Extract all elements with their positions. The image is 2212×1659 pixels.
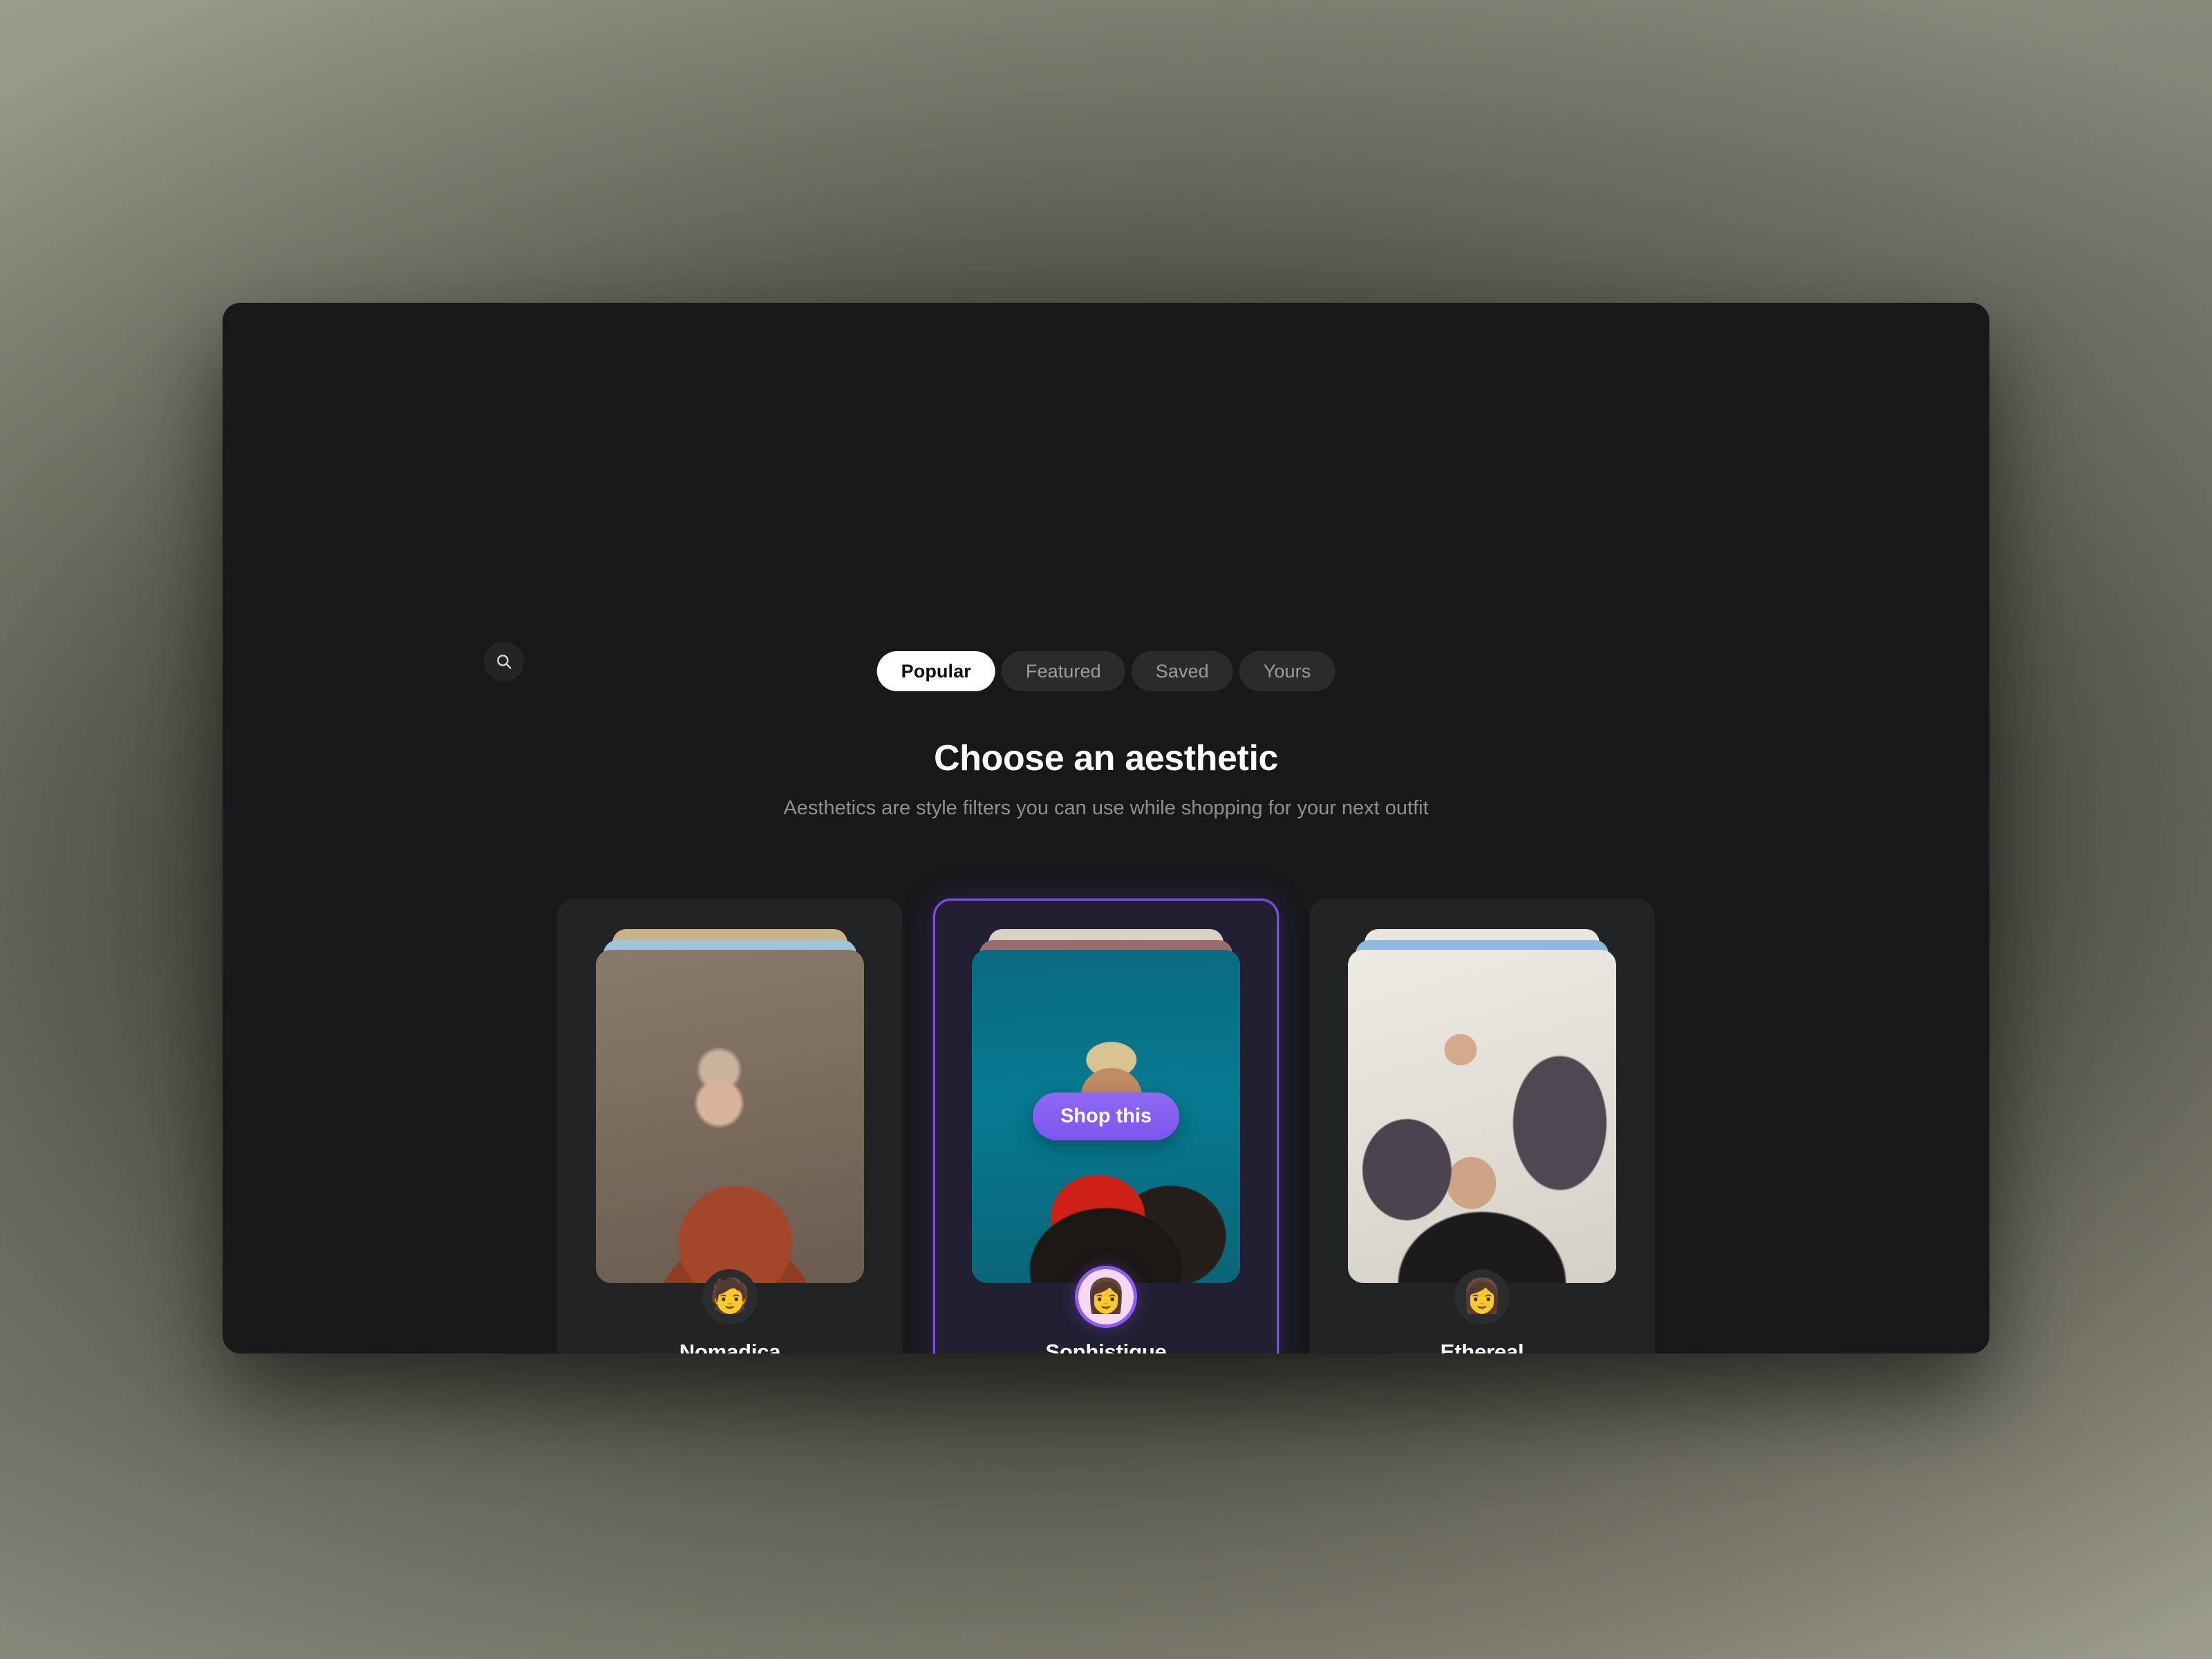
stack-layer-front <box>1348 950 1616 1283</box>
card-photo-deck: Shop this <box>972 929 1240 1288</box>
card-row-primary: 🧑 NomadicaLeo Stephano Shop this 👩 Sophistiq… <box>557 899 1655 1353</box>
aesthetic-title: Nomadica <box>679 1340 781 1353</box>
stack-layer-front: Shop this <box>972 950 1240 1283</box>
avatar: 🧑 <box>702 1269 758 1324</box>
avatar-image: 👩 <box>1078 1269 1134 1324</box>
aesthetic-photo <box>596 950 864 1283</box>
avatar: 👩 <box>1078 1269 1134 1324</box>
tab-popular[interactable]: Popular <box>877 651 995 691</box>
card-label-block: NomadicaLeo Stephano <box>674 1340 786 1353</box>
avatar-image: 👩 <box>1454 1269 1510 1324</box>
aesthetic-title: Ethereal <box>1440 1340 1524 1353</box>
page-subtitle: Aesthetics are style filters you can use… <box>783 797 1429 820</box>
tab-yours[interactable]: Yours <box>1239 651 1335 691</box>
avatar: 👩 <box>1454 1269 1510 1324</box>
aesthetic-picker-modal: Popular Featured Saved Yours Choose an aest… <box>223 303 1989 1353</box>
photo-stack <box>596 929 864 1283</box>
header-block: Choose an aesthetic Aesthetics are style… <box>223 738 1989 823</box>
photo-stack <box>1348 929 1616 1283</box>
card-label-block: SophistiqueTaiwo Kim <box>1045 1340 1166 1353</box>
card-label-block: EtherealNaomi Davis <box>1431 1340 1533 1353</box>
avatar-image: 🧑 <box>702 1269 758 1324</box>
card-photo-deck <box>1348 929 1616 1288</box>
page-title: Choose an aesthetic <box>933 738 1279 778</box>
filter-tabs: Popular Featured Saved Yours <box>877 651 1335 691</box>
aesthetic-card[interactable]: 👩 EtherealNaomi Davis <box>1309 899 1655 1353</box>
tab-saved[interactable]: Saved <box>1131 651 1233 691</box>
page-backdrop: Popular Featured Saved Yours Choose an aest… <box>0 0 2212 1659</box>
photo-stack: Shop this <box>972 929 1240 1283</box>
card-photo-deck <box>596 929 864 1288</box>
aesthetic-card[interactable]: 🧑 NomadicaLeo Stephano <box>557 899 903 1353</box>
search-button[interactable] <box>484 641 524 682</box>
shop-this-button[interactable]: Shop this <box>1032 1092 1180 1141</box>
aesthetic-card[interactable]: Shop this 👩 SophistiqueTaiwo Kim <box>933 899 1279 1353</box>
search-icon <box>495 653 513 671</box>
aesthetic-title: Sophistique <box>1045 1340 1167 1353</box>
stack-layer-front <box>596 950 864 1283</box>
tab-featured[interactable]: Featured <box>1001 651 1125 691</box>
aesthetic-photo <box>1348 950 1616 1283</box>
aesthetic-card-grid: 🧑 NomadicaLeo Stephano Shop this 👩 Sophistiq… <box>223 899 1989 1353</box>
modal-topbar <box>223 303 1989 406</box>
